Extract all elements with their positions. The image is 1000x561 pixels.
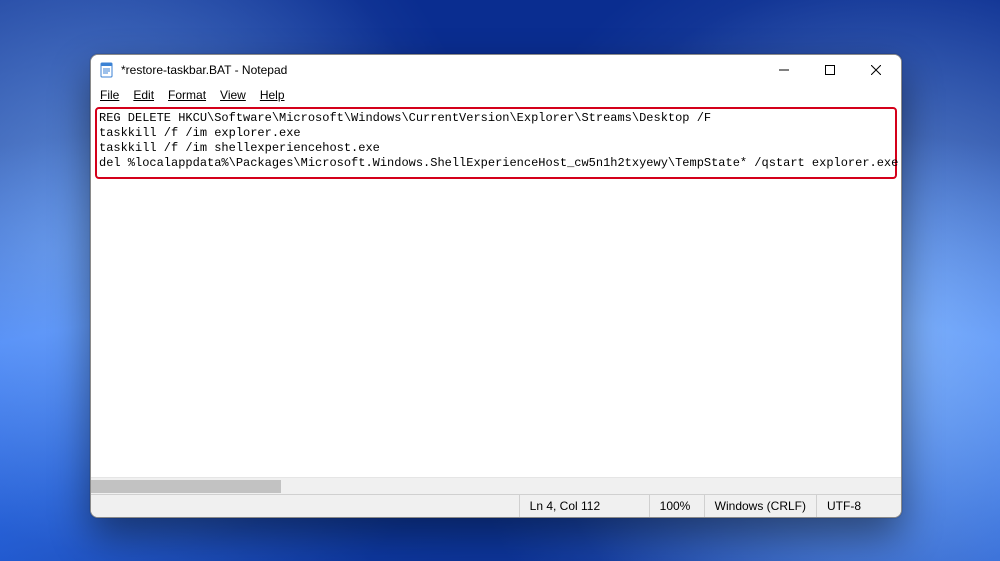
window-title: *restore-taskbar.BAT - Notepad [121, 63, 761, 77]
menu-view[interactable]: View [213, 87, 253, 103]
text-editor[interactable]: REG DELETE HKCU\Software\Microsoft\Windo… [91, 105, 901, 494]
menu-help[interactable]: Help [253, 87, 292, 103]
status-zoom: 100% [649, 495, 704, 517]
statusbar: Ln 4, Col 112 100% Windows (CRLF) UTF-8 [91, 494, 901, 517]
code-line: del %localappdata%\Packages\Microsoft.Wi… [99, 156, 891, 171]
menu-edit[interactable]: Edit [126, 87, 161, 103]
minimize-button[interactable] [761, 55, 807, 85]
notepad-window: *restore-taskbar.BAT - Notepad File Edit… [90, 54, 902, 518]
close-button[interactable] [853, 55, 899, 85]
notepad-icon [99, 62, 115, 78]
window-controls [761, 55, 899, 85]
menu-format[interactable]: Format [161, 87, 213, 103]
code-line: taskkill /f /im explorer.exe [99, 126, 891, 141]
scrollbar-thumb[interactable] [91, 480, 281, 493]
maximize-button[interactable] [807, 55, 853, 85]
status-line-ending: Windows (CRLF) [704, 495, 816, 517]
editor-area: REG DELETE HKCU\Software\Microsoft\Windo… [91, 105, 901, 494]
highlight-annotation: REG DELETE HKCU\Software\Microsoft\Windo… [95, 107, 897, 179]
menu-file[interactable]: File [93, 87, 126, 103]
code-line: REG DELETE HKCU\Software\Microsoft\Windo… [99, 111, 891, 126]
code-line: taskkill /f /im shellexperiencehost.exe [99, 141, 891, 156]
statusbar-spacer [91, 495, 519, 517]
status-encoding: UTF-8 [816, 495, 901, 517]
menubar: File Edit Format View Help [91, 85, 901, 105]
horizontal-scrollbar[interactable] [91, 477, 901, 494]
titlebar[interactable]: *restore-taskbar.BAT - Notepad [91, 55, 901, 85]
status-cursor-position: Ln 4, Col 112 [519, 495, 649, 517]
